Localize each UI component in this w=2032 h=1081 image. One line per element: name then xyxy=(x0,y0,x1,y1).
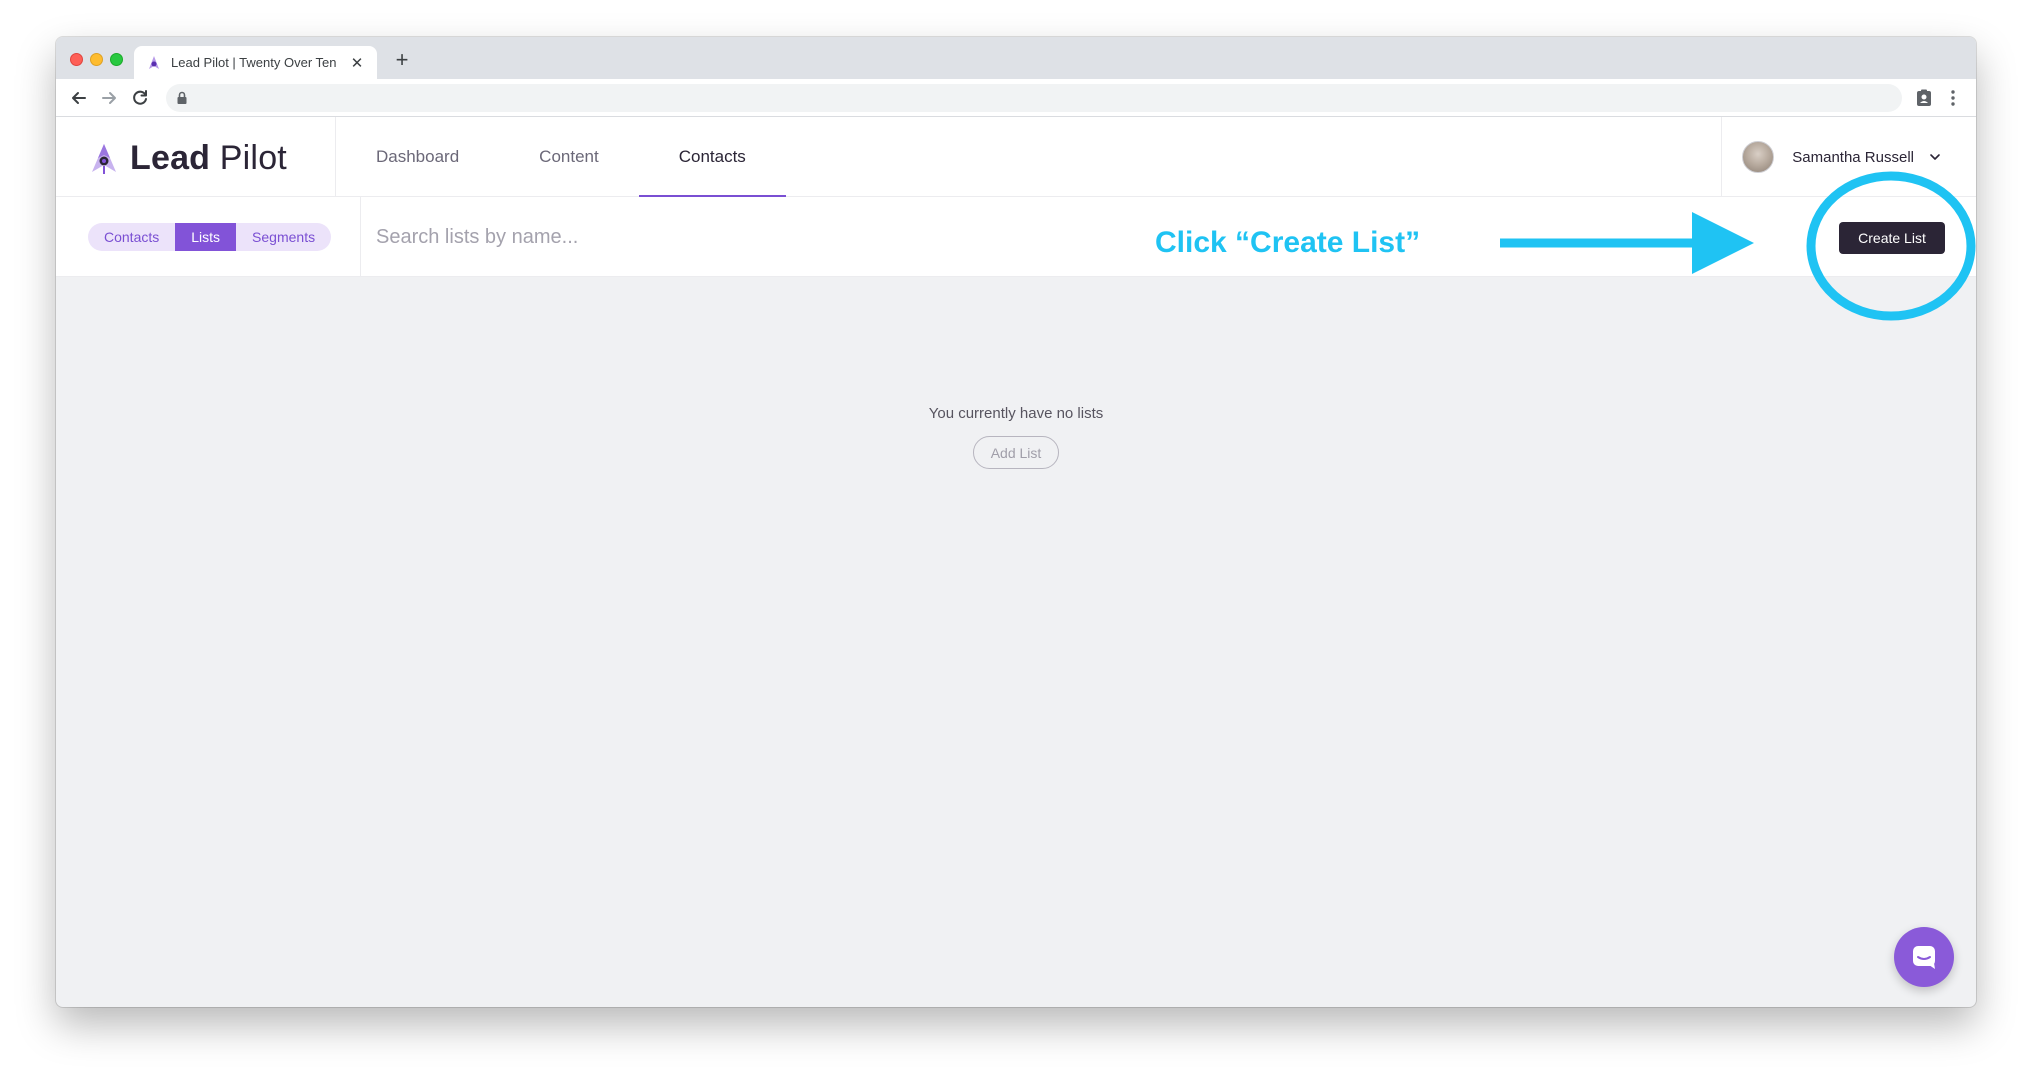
more-vert-icon[interactable] xyxy=(1942,87,1964,109)
tab-bar: Lead Pilot | Twenty Over Ten ✕ + xyxy=(56,37,1976,79)
add-list-button[interactable]: Add List xyxy=(972,436,1060,469)
header-divider xyxy=(1721,117,1722,197)
nav-contacts[interactable]: Contacts xyxy=(638,117,786,197)
tab-title: Lead Pilot | Twenty Over Ten xyxy=(171,55,337,70)
nav-content[interactable]: Content xyxy=(499,117,639,197)
nav-dashboard[interactable]: Dashboard xyxy=(336,117,499,197)
sub-divider xyxy=(360,197,361,277)
browser-window: Lead Pilot | Twenty Over Ten ✕ + Lead Pi… xyxy=(56,37,1976,1007)
lock-icon xyxy=(177,91,187,104)
sub-toolbar: Contacts Lists Segments Create List xyxy=(56,197,1976,277)
annotation-text: Click “Create List” xyxy=(1155,226,1421,259)
minimize-window-button[interactable] xyxy=(90,53,103,66)
empty-state: You currently have no lists Add List xyxy=(56,405,1976,469)
avatar xyxy=(1742,141,1775,173)
browser-tab[interactable]: Lead Pilot | Twenty Over Ten ✕ xyxy=(134,46,377,79)
main-nav: Dashboard Content Contacts xyxy=(336,117,786,197)
forward-arrow-icon[interactable] xyxy=(98,87,120,109)
extension-icon[interactable] xyxy=(1913,87,1935,109)
user-menu[interactable]: Samantha Russell xyxy=(1742,117,1942,197)
address-bar[interactable] xyxy=(166,84,1902,112)
chat-launcher-button[interactable] xyxy=(1894,927,1954,987)
close-window-button[interactable] xyxy=(70,53,83,66)
segment-contacts[interactable]: Contacts xyxy=(88,223,175,251)
logo-text: Lead Pilot xyxy=(130,139,287,177)
segment-lists[interactable]: Lists xyxy=(175,223,237,251)
zoom-window-button[interactable] xyxy=(110,53,123,66)
create-list-button[interactable]: Create List xyxy=(1839,222,1945,254)
contacts-segmented-control: Contacts Lists Segments xyxy=(88,223,332,251)
rocket-logo-icon xyxy=(92,143,116,174)
segment-segments[interactable]: Segments xyxy=(236,223,331,251)
search-lists-input[interactable] xyxy=(376,217,976,257)
lead-pilot-favicon-icon xyxy=(149,55,159,69)
app-header: Lead Pilot Dashboard Content Contacts Sa… xyxy=(56,117,1976,197)
lead-pilot-logo[interactable]: Lead Pilot xyxy=(86,139,287,178)
chat-icon xyxy=(1913,946,1935,969)
reload-icon[interactable] xyxy=(129,87,151,109)
browser-toolbar xyxy=(56,79,1976,117)
new-tab-button[interactable]: + xyxy=(390,49,414,73)
empty-state-message: You currently have no lists xyxy=(928,405,1104,422)
user-name: Samantha Russell xyxy=(1792,148,1914,166)
back-arrow-icon[interactable] xyxy=(68,87,90,109)
tab-close-icon[interactable]: ✕ xyxy=(349,54,365,72)
chevron-down-icon xyxy=(1930,154,1940,160)
